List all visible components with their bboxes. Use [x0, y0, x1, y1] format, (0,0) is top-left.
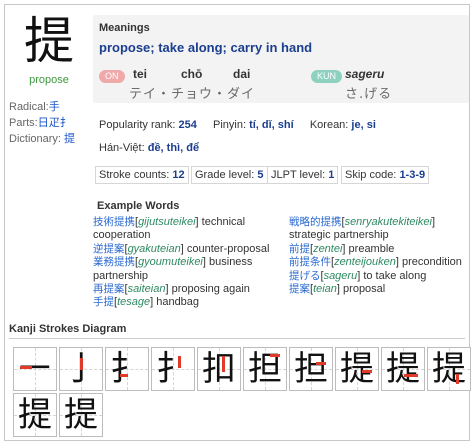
dictionary-label: Dictionary:	[9, 133, 61, 145]
stroke-marker	[222, 356, 225, 372]
strokes-diagram-title: Kanji Strokes Diagram	[9, 323, 127, 335]
example-word[interactable]: 前提[zentei] preamble	[289, 243, 469, 256]
stroke-count-box: Stroke counts: 12	[95, 166, 189, 184]
kanji-panel: 提 propose Radical:手 Parts:日疋扌 Dictionary…	[4, 4, 471, 441]
on-reading-kana: テイ・チョウ・ダイ	[129, 87, 256, 102]
example-word[interactable]: 提げる[sageru] to take along	[289, 270, 469, 283]
example-word[interactable]: 再提案[saiteian] proposing again	[93, 283, 279, 296]
example-word[interactable]: 業務提携[gyoumuteikei] business	[93, 256, 279, 269]
kanji-header: 提 propose	[9, 10, 89, 96]
example-word-cont: strategic partnership	[289, 229, 389, 242]
on-reading-romaji: dai	[233, 67, 251, 81]
popularity-line: Popularity rank: 254 Pinyin: tí, dǐ, shí…	[99, 119, 376, 131]
on-reading-badge: ON	[99, 70, 125, 83]
grade-level-box: Grade level: 5	[191, 166, 268, 184]
parts-label: Parts:	[9, 117, 38, 129]
parts-link[interactable]: 日疋扌	[38, 116, 71, 129]
stroke-frame-2: 亅	[59, 347, 103, 391]
on-reading-romaji: chō	[181, 67, 203, 81]
divider	[9, 338, 465, 339]
stroke-frame-12: 提	[59, 393, 103, 437]
example-word[interactable]: 戦略的提携[senryakutekiteikei]	[289, 216, 469, 229]
pinyin-value: tí, dǐ, shí	[249, 119, 294, 131]
stroke-count-value: 12	[172, 169, 185, 181]
example-word[interactable]: 手提[tesage] handbag	[93, 296, 279, 309]
korean-value: je, si	[351, 119, 376, 131]
stroke-marker	[120, 374, 128, 377]
skip-code-box: Skip code: 1-3-9	[341, 166, 430, 184]
example-word[interactable]: 逆提案[gyakuteian] counter-proposal	[93, 243, 279, 256]
grade-level-label: Grade level:	[195, 169, 255, 181]
jlpt-level-value: 1	[328, 169, 335, 181]
stroke-frame-11: 提	[13, 393, 57, 437]
grade-level-value: 5	[257, 169, 264, 181]
popularity-label: Popularity rank:	[99, 119, 176, 131]
example-word[interactable]: 前提条件[zenteijouken] precondition	[289, 256, 469, 269]
popularity-value: 254	[178, 119, 197, 131]
radical-label: Radical:	[9, 101, 49, 113]
meanings-text: propose; take along; carry in hand	[99, 40, 313, 55]
example-words-section: Example Words 技術提携[gijutsuteikei] techni…	[93, 198, 469, 310]
stroke-frame-7: 担	[289, 347, 333, 391]
on-reading-romaji: tei	[133, 67, 148, 81]
stroke-count-label: Stroke counts:	[99, 169, 170, 181]
meanings-title: Meanings	[99, 22, 150, 34]
radical-row: Radical:手	[9, 98, 60, 114]
kun-reading-kana: さ.げる	[345, 87, 393, 102]
skip-code-label: Skip code:	[345, 169, 397, 181]
stroke-frame-4: 扌	[151, 347, 195, 391]
example-word-cont: partnership	[93, 269, 149, 282]
hanviet-line: Hán-Việt: đề, thì, để	[99, 142, 199, 154]
stroke-frame-3: 扌	[105, 347, 149, 391]
dictionary-row: Dictionary: 提	[9, 130, 75, 146]
example-word-cont: cooperation	[93, 229, 151, 242]
example-words-right-column: 戦略的提携[senryakutekiteikei] strategic part…	[289, 216, 469, 296]
stroke-marker	[456, 374, 459, 384]
kun-reading-romaji: sageru	[345, 67, 385, 81]
stroke-frame-9: 提	[381, 347, 425, 391]
stroke-marker	[270, 354, 280, 357]
stroke-frame-10: 提	[427, 347, 471, 391]
pinyin-label: Pinyin:	[212, 119, 247, 131]
example-words-left-column: 技術提携[gijutsuteikei] technical cooperatio…	[93, 216, 279, 310]
skip-code-value: 1-3-9	[399, 169, 426, 181]
stroke-marker	[362, 370, 372, 373]
stroke-marker	[178, 356, 181, 368]
stroke-frame-5: 扣	[197, 347, 241, 391]
kun-reading-badge: KUN	[311, 70, 343, 83]
jlpt-level-box: JLPT level: 1	[267, 166, 339, 184]
example-word[interactable]: 技術提携[gijutsuteikei] technical	[93, 216, 279, 229]
kanji-short-meaning: propose	[29, 74, 69, 86]
parts-row: Parts:日疋扌	[9, 114, 71, 130]
korean-label: Korean:	[309, 119, 349, 131]
dictionary-link[interactable]: 提	[64, 132, 75, 145]
hanviet-label: Hán-Việt:	[99, 142, 145, 154]
stroke-frame-1: ㇐	[13, 347, 57, 391]
meanings-section: Meanings propose; take along; carry in h…	[93, 15, 469, 103]
stroke-marker	[404, 374, 418, 377]
hanviet-value: đề, thì, để	[147, 142, 200, 154]
kanji-character: 提	[24, 12, 74, 70]
stroke-marker	[316, 362, 326, 365]
radical-link[interactable]: 手	[49, 100, 60, 113]
jlpt-level-label: JLPT level:	[271, 169, 326, 181]
example-words-title: Example Words	[97, 200, 180, 212]
example-word[interactable]: 提案[teian] proposal	[289, 283, 469, 296]
stroke-frame-8: 提	[335, 347, 379, 391]
stroke-marker	[80, 358, 83, 370]
stroke-marker	[20, 366, 32, 369]
stroke-frame-6: 担	[243, 347, 287, 391]
